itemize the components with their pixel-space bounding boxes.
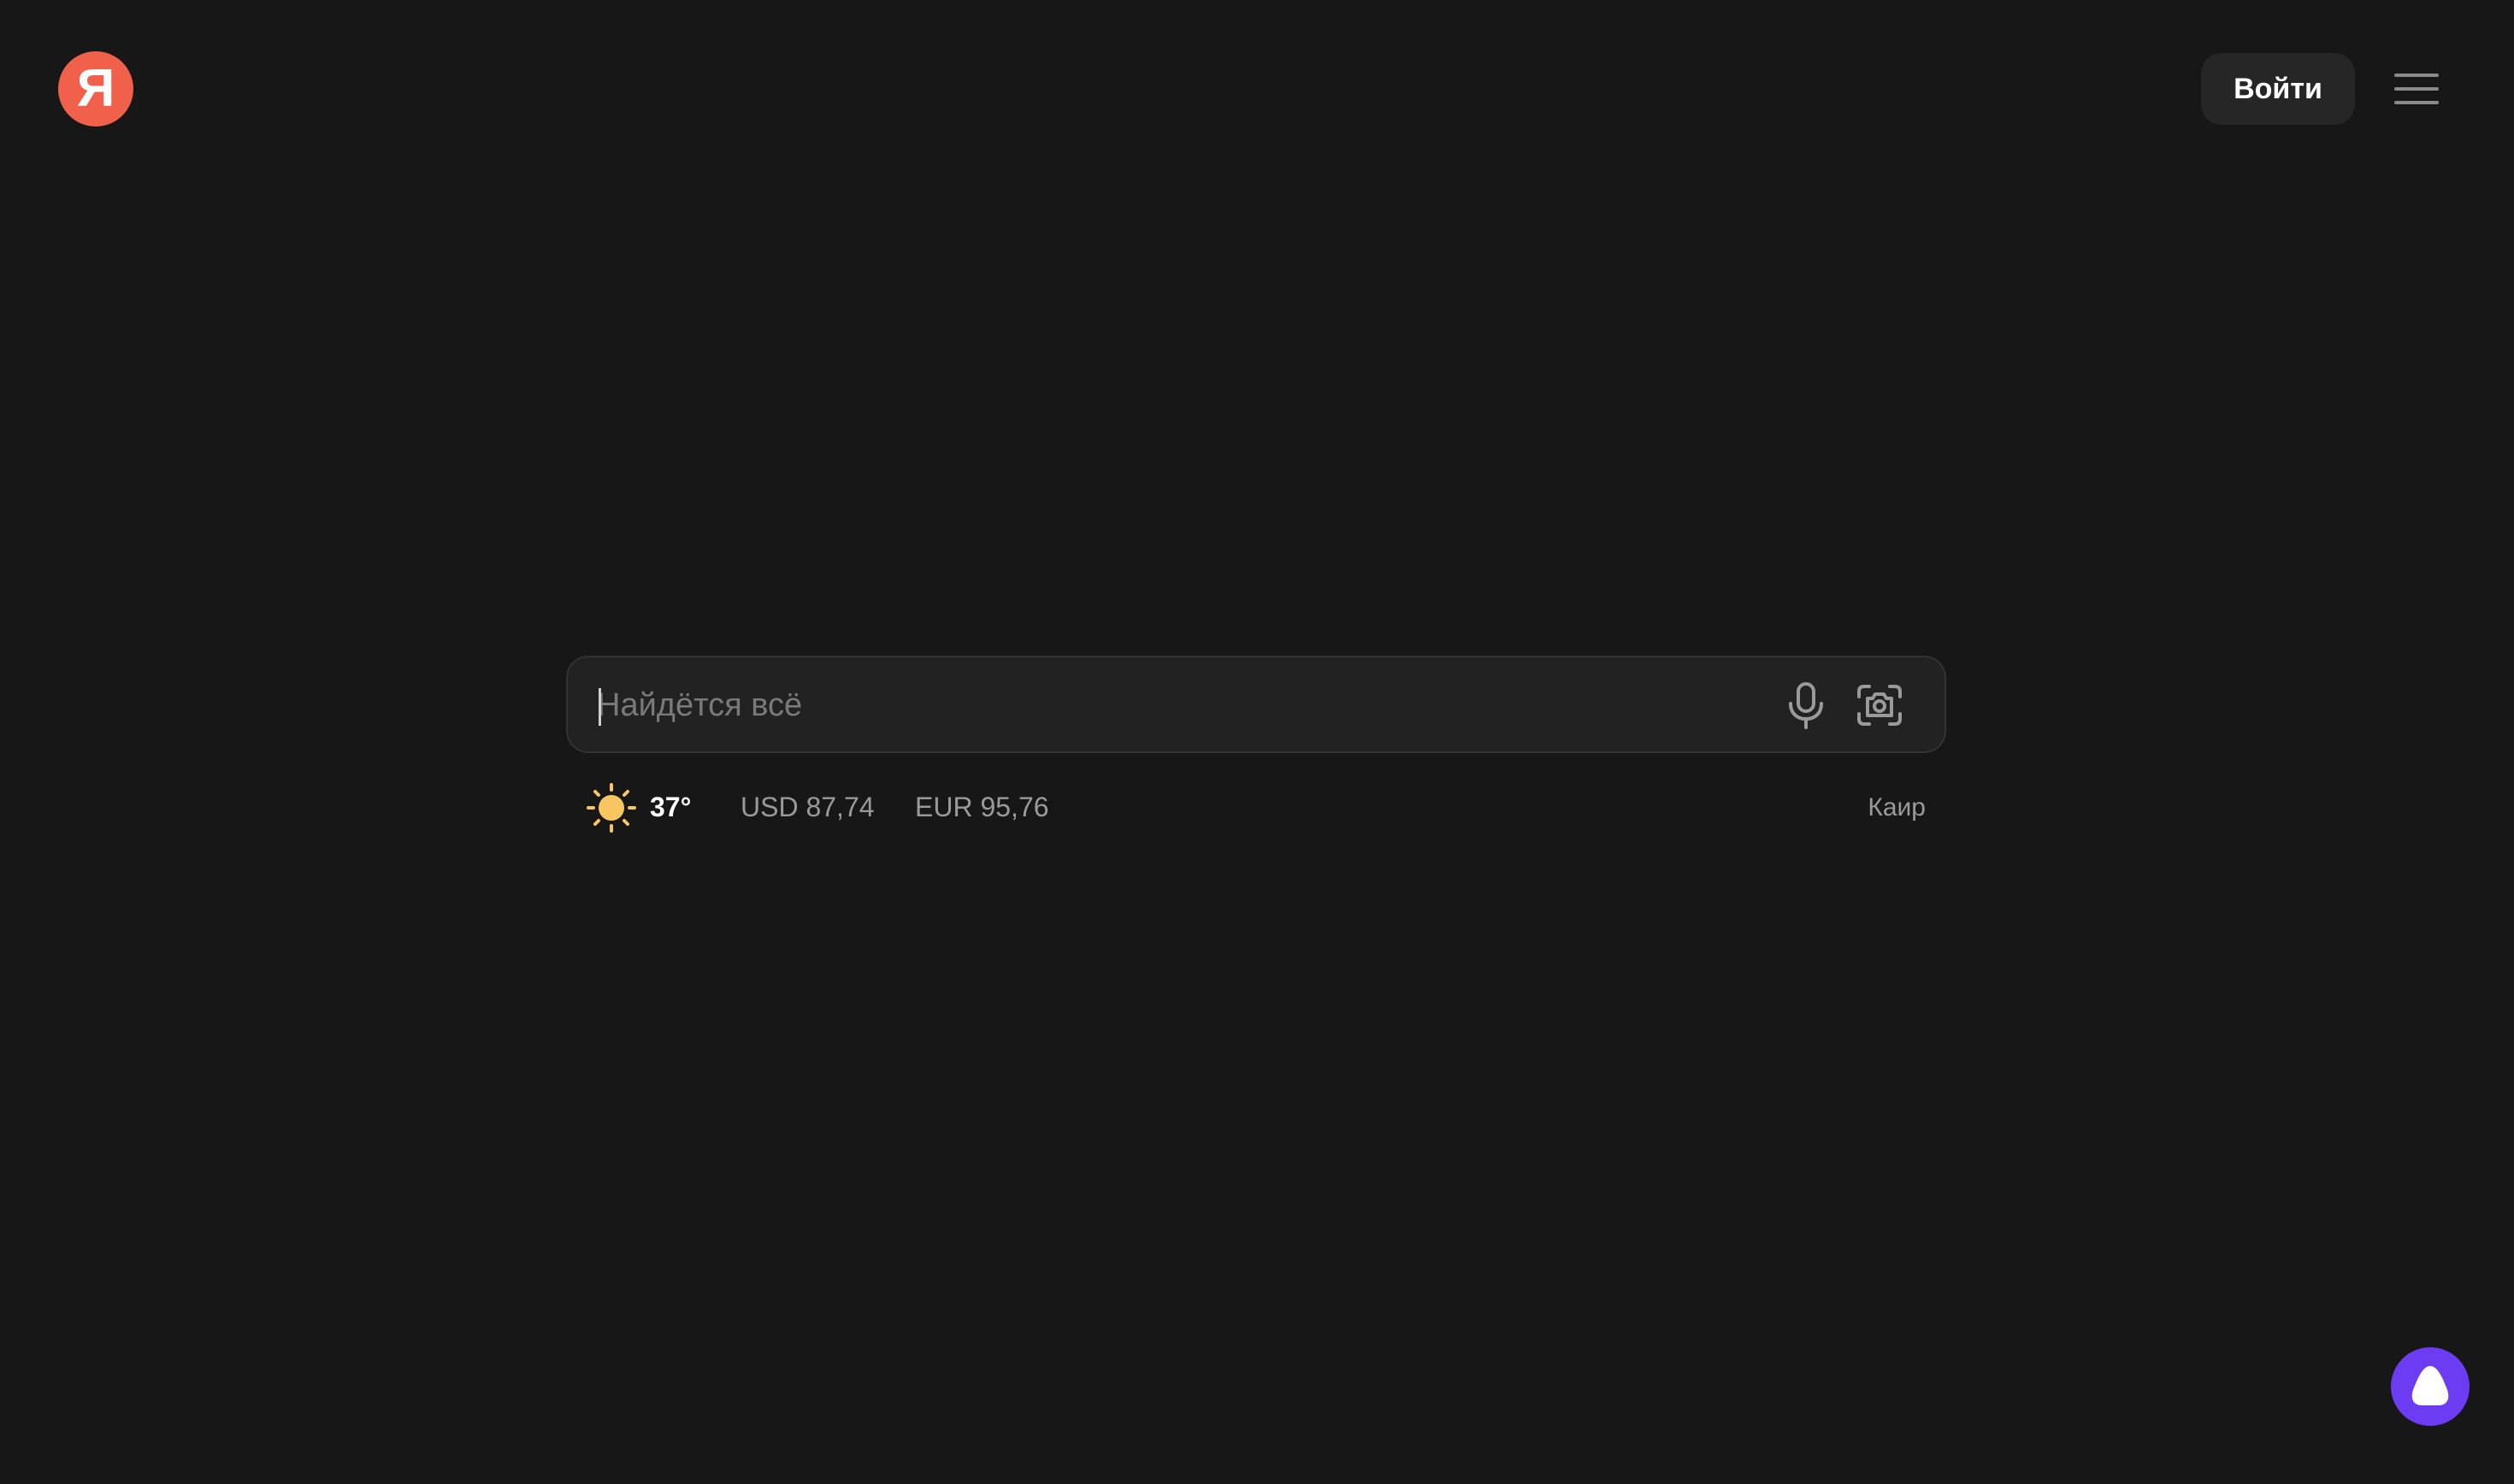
alice-icon[interactable]: [2391, 1347, 2470, 1426]
usd-rate[interactable]: USD 87,74: [741, 792, 875, 823]
yandex-home-page: Я Войти Найдётся всё 37° USD 87,74 EUR 9…: [0, 0, 2514, 1484]
search-input[interactable]: [597, 674, 1708, 736]
city-link[interactable]: Каир: [1868, 793, 1926, 822]
login-button-label: Войти: [2234, 72, 2322, 105]
microphone-icon[interactable]: [1780, 680, 1832, 731]
logo-letter: Я: [76, 59, 115, 118]
menu-line: [2394, 74, 2439, 77]
temperature[interactable]: 37°: [650, 792, 691, 823]
login-button[interactable]: Войти: [2201, 53, 2355, 125]
eur-rate[interactable]: EUR 95,76: [915, 792, 1049, 823]
camera-search-icon-svg: [1857, 685, 1902, 726]
search-box[interactable]: [566, 656, 1946, 753]
microphone-icon-svg: [1789, 682, 1823, 729]
menu-line: [2394, 101, 2439, 104]
yandex-logo[interactable]: Я: [58, 51, 133, 127]
menu-line: [2394, 87, 2439, 91]
info-row: 37° USD 87,74 EUR 95,76 Каир: [587, 780, 1938, 836]
sun-icon-svg: [587, 783, 636, 833]
camera-search-icon[interactable]: [1854, 680, 1905, 731]
text-caret: [599, 688, 601, 726]
alice-icon-svg: [2411, 1366, 2449, 1405]
hamburger-icon[interactable]: [2393, 68, 2440, 109]
sun-icon[interactable]: [587, 783, 636, 833]
